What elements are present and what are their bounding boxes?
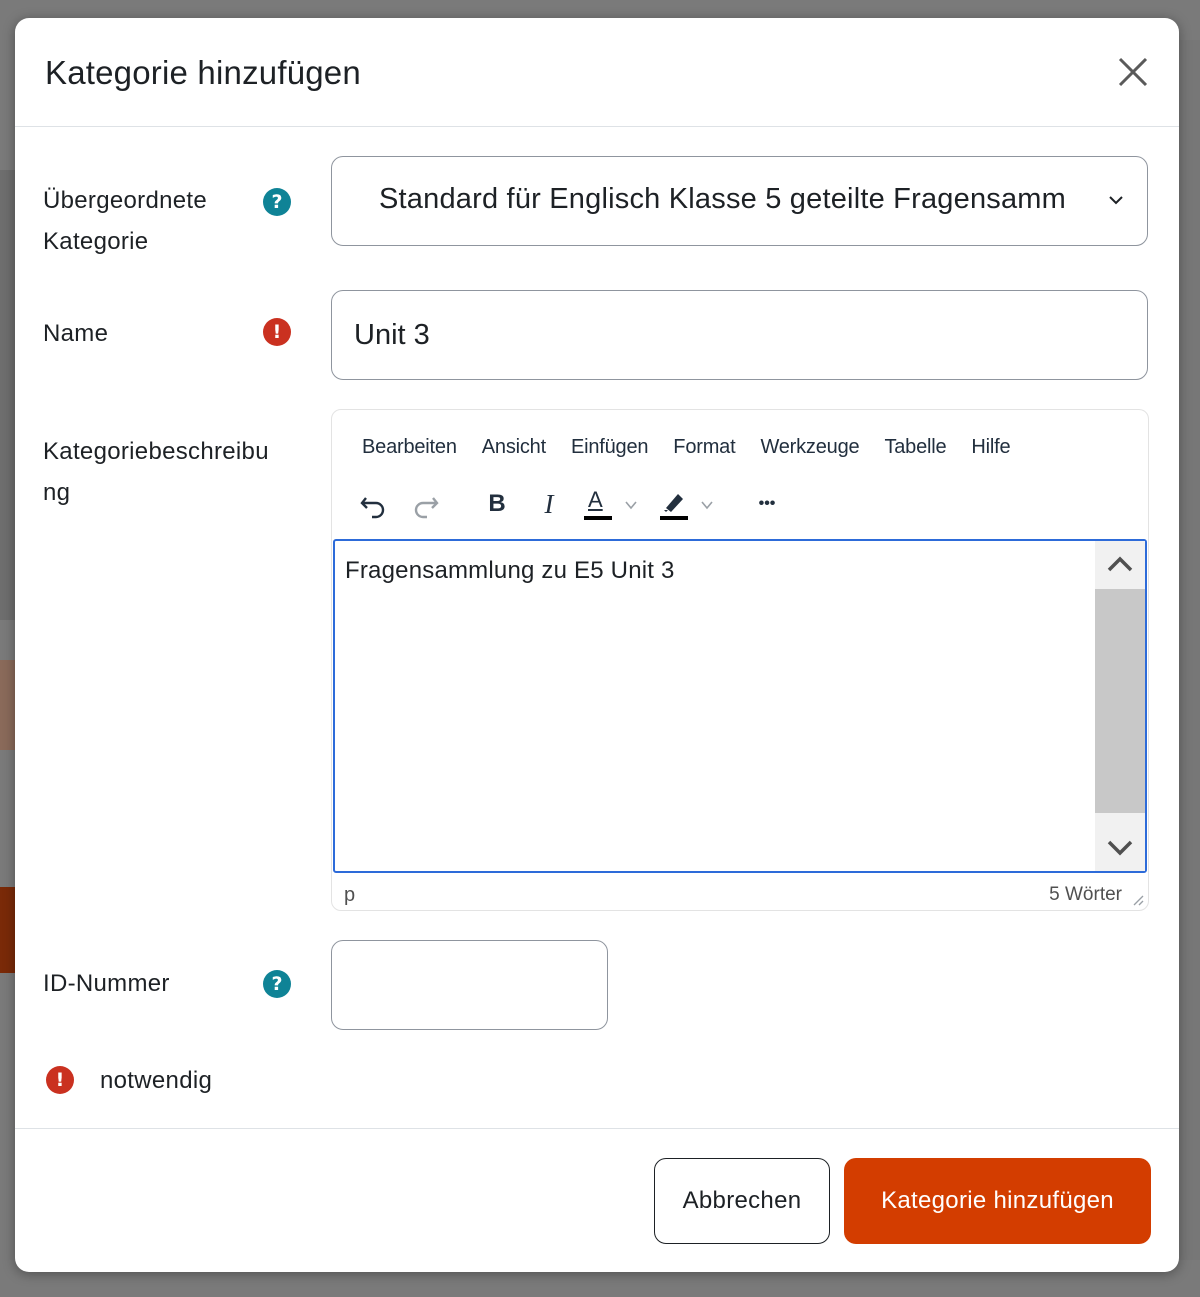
dialog-title: Kategorie hinzufügen: [45, 54, 361, 91]
parent-category-label-line1: Übergeordnete: [43, 187, 208, 214]
add-category-button[interactable]: Kategorie hinzufügen: [844, 1158, 1151, 1244]
editor-content-text: Fragensammlung zu E5 Unit 3: [345, 557, 675, 584]
backdrop-tab: [0, 660, 15, 750]
required-note-text: notwendig: [100, 1067, 213, 1094]
id-number-input[interactable]: [331, 940, 608, 1030]
id-number-label: ID-Nummer: [43, 970, 170, 997]
menu-ansicht[interactable]: Ansicht: [482, 432, 546, 462]
description-label-line2: ng: [43, 479, 71, 506]
dialog-footer: Abbrechen Kategorie hinzufügen: [15, 1128, 1179, 1272]
exclamation-icon: !: [263, 318, 291, 346]
chevron-down-icon: [625, 501, 637, 510]
backdrop-strip: [0, 170, 15, 620]
menu-einfuegen[interactable]: Einfügen: [571, 432, 649, 462]
text-color-swatch: [584, 516, 612, 520]
editor-content-area[interactable]: Fragensammlung zu E5 Unit 3: [333, 539, 1147, 873]
more-button[interactable]: •••: [750, 486, 784, 522]
bold-button[interactable]: B: [482, 486, 512, 522]
backdrop-right-strip: [1179, 40, 1200, 1260]
editor-menubar: Bearbeiten Ansicht Einfügen Format Werkz…: [362, 432, 1035, 462]
menu-format[interactable]: Format: [673, 432, 735, 462]
word-count[interactable]: 5 Wörter: [1049, 884, 1122, 906]
parent-category-select[interactable]: Standard für Englisch Klasse 5 geteilte …: [331, 156, 1148, 246]
name-label: Name: [43, 320, 109, 347]
menu-tabelle[interactable]: Tabelle: [884, 432, 946, 462]
description-label-line1: Kategoriebeschreibu: [43, 438, 269, 465]
description-editor: Bearbeiten Ansicht Einfügen Format Werkz…: [331, 409, 1149, 911]
name-input[interactable]: [331, 290, 1148, 380]
menu-bearbeiten[interactable]: Bearbeiten: [362, 432, 457, 462]
scroll-down-icon[interactable]: [1106, 833, 1134, 861]
text-color-button[interactable]: A: [582, 486, 646, 522]
highlight-color-button[interactable]: [658, 486, 722, 522]
dialog-header: Kategorie hinzufügen: [15, 18, 1179, 127]
description-label: Kategoriebeschreibu ng: [43, 431, 269, 513]
menu-werkzeuge[interactable]: Werkzeuge: [760, 432, 859, 462]
question-mark-icon[interactable]: ?: [263, 970, 291, 998]
parent-category-label: Übergeordnete Kategorie: [43, 180, 207, 262]
chevron-down-icon: [701, 501, 713, 510]
scrollbar-thumb[interactable]: [1095, 589, 1145, 813]
highlighter-icon: [664, 494, 683, 512]
cancel-button[interactable]: Abbrechen: [654, 1158, 830, 1244]
undo-icon: [360, 497, 385, 519]
editor-scrollbar[interactable]: [1095, 541, 1145, 871]
close-button[interactable]: [1115, 54, 1151, 90]
italic-button[interactable]: I: [534, 486, 564, 522]
close-icon: [1118, 57, 1148, 87]
menu-hilfe[interactable]: Hilfe: [971, 432, 1010, 462]
text-color-glyph: A: [588, 487, 603, 512]
parent-category-value: Standard für Englisch Klasse 5 geteilte …: [379, 183, 1067, 215]
redo-button[interactable]: [411, 486, 443, 522]
resize-handle-icon[interactable]: [1132, 894, 1144, 906]
chevron-down-icon: [1109, 196, 1123, 205]
redo-icon: [414, 497, 439, 519]
exclamation-icon: !: [46, 1066, 74, 1094]
highlight-swatch: [660, 516, 688, 520]
backdrop-badge: [0, 887, 15, 973]
undo-button[interactable]: [358, 486, 390, 522]
editor-element-path[interactable]: p: [344, 884, 355, 907]
scroll-up-icon[interactable]: [1106, 551, 1134, 579]
parent-category-label-line2: Kategorie: [43, 228, 149, 255]
question-mark-icon[interactable]: ?: [263, 188, 291, 216]
add-category-dialog: Kategorie hinzufügen Übergeordnete Kateg…: [15, 18, 1179, 1272]
